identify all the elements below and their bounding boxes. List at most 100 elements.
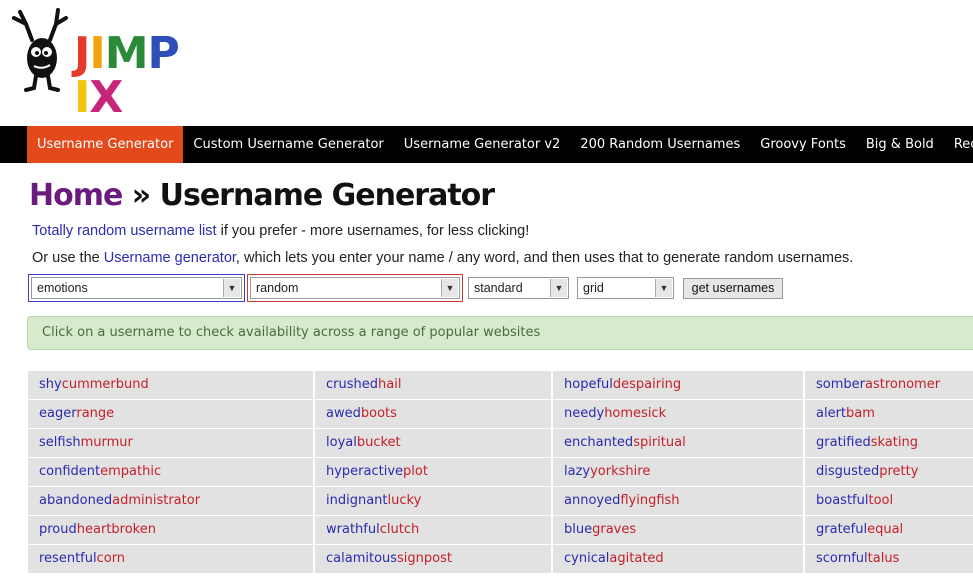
username-cell[interactable]: disgustedpretty [805, 458, 973, 486]
username-cell[interactable]: calamitoussignpost [315, 545, 551, 573]
username-first-word: resentful [39, 551, 97, 566]
username-cell[interactable]: gratifiedskating [805, 429, 973, 457]
username-first-word: proud [39, 522, 77, 537]
username-cell[interactable]: selfishmurmur [28, 429, 313, 457]
username-cell[interactable]: cynicalagitated [553, 545, 803, 573]
username-first-word: loyal [326, 435, 357, 450]
nav-item-username-generator[interactable]: Username Generator [27, 126, 184, 163]
username-first-word: disgusted [816, 464, 880, 479]
username-first-word: boastful [816, 493, 869, 508]
intro-line-1-text: if you prefer - more usernames, for less… [216, 223, 530, 239]
username-first-word: confident [39, 464, 101, 479]
chevron-down-icon: ▼ [550, 279, 567, 297]
username-cell[interactable]: confidentempathic [28, 458, 313, 486]
logo-letter: I [74, 72, 90, 123]
logo-letter: I [89, 28, 105, 79]
username-second-word: signpost [397, 551, 452, 566]
username-cell[interactable]: shycummerbund [28, 371, 313, 399]
intro-line-1: Totally random username list if you pref… [32, 223, 529, 239]
username-cell[interactable]: abandonedadministrator [28, 487, 313, 515]
username-first-word: indignant [326, 493, 388, 508]
page-title-text: Username Generator [159, 178, 495, 213]
jimpix-logo[interactable]: JIMPIX [12, 8, 182, 120]
username-second-word: hail [378, 377, 402, 392]
nav-item-big-bold[interactable]: Big & Bold [856, 126, 944, 163]
username-second-word: talus [867, 551, 900, 566]
username-cell[interactable]: alertbam [805, 400, 973, 428]
username-first-word: alert [816, 406, 847, 421]
username-second-word: clutch [379, 522, 420, 537]
username-second-word: astronomer [865, 377, 941, 392]
nav-item-200-random-usernames[interactable]: 200 Random Usernames [570, 126, 750, 163]
username-second-word: murmur [80, 435, 133, 450]
username-second-word: lucky [387, 493, 422, 508]
username-first-word: somber [816, 377, 865, 392]
username-generator-link[interactable]: Username generator [104, 250, 236, 266]
category-select[interactable]: emotions ▼ [31, 277, 242, 299]
username-cell[interactable]: hyperactiveplot [315, 458, 551, 486]
username-cell[interactable]: annoyedflyingfish [553, 487, 803, 515]
username-cell[interactable]: crushedhail [315, 371, 551, 399]
username-first-word: wrathful [326, 522, 380, 537]
username-cell[interactable]: wrathfulclutch [315, 516, 551, 544]
username-second-word: homesick [604, 406, 667, 421]
nav-item-groovy-fonts[interactable]: Groovy Fonts [750, 126, 856, 163]
layout-select-value: grid [583, 281, 604, 295]
logo-letter: P [147, 28, 180, 79]
username-first-word: calamitous [326, 551, 398, 566]
nav-item-custom-username-generator[interactable]: Custom Username Generator [183, 126, 393, 163]
username-cell[interactable]: eagerrange [28, 400, 313, 428]
logo-letter: X [89, 72, 123, 123]
mode-select-value: random [256, 281, 299, 295]
page-title: Home » Username Generator [29, 178, 495, 213]
username-cell[interactable]: boastfultool [805, 487, 973, 515]
username-second-word: equal [867, 522, 904, 537]
username-first-word: selfish [39, 435, 81, 450]
intro-line-2: Or use the Username generator, which let… [32, 250, 853, 266]
username-first-word: grateful [816, 522, 868, 537]
username-cell[interactable]: bluegraves [553, 516, 803, 544]
username-first-word: crushed [326, 377, 378, 392]
username-second-word: tool [868, 493, 894, 508]
username-cell[interactable]: indignantlucky [315, 487, 551, 515]
mode-select[interactable]: random ▼ [250, 277, 460, 299]
username-cell[interactable]: awedboots [315, 400, 551, 428]
username-cell[interactable]: needyhomesick [553, 400, 803, 428]
username-second-word: range [76, 406, 115, 421]
username-cell[interactable]: proudheartbroken [28, 516, 313, 544]
username-first-word: annoyed [564, 493, 621, 508]
main-nav: Username Generator Custom Username Genera… [0, 126, 973, 163]
style-select[interactable]: standard ▼ [468, 277, 569, 299]
username-second-word: bucket [356, 435, 401, 450]
username-cell[interactable]: resentfulcorn [28, 545, 313, 573]
username-cell[interactable]: scornfultalus [805, 545, 973, 573]
info-banner: Click on a username to check availabilit… [27, 316, 973, 350]
username-first-word: shy [39, 377, 62, 392]
username-first-word: scornful [816, 551, 868, 566]
nav-item-username-generator-v2[interactable]: Username Generator v2 [394, 126, 571, 163]
username-first-word: eager [39, 406, 77, 421]
home-link[interactable]: Home [29, 178, 123, 213]
username-cell[interactable]: hopefuldespairing [553, 371, 803, 399]
username-second-word: despairing [612, 377, 682, 392]
username-cell[interactable]: lazyyorkshire [553, 458, 803, 486]
username-first-word: hyperactive [326, 464, 404, 479]
username-second-word: spiritual [633, 435, 686, 450]
username-second-word: bam [846, 406, 875, 421]
style-select-value: standard [474, 281, 523, 295]
layout-select[interactable]: grid ▼ [577, 277, 674, 299]
username-cell[interactable]: loyalbucket [315, 429, 551, 457]
username-second-word: corn [96, 551, 126, 566]
username-cell[interactable]: somberastronomer [805, 371, 973, 399]
username-second-word: boots [360, 406, 397, 421]
chevron-down-icon: ▼ [441, 279, 458, 297]
logo-wordmark: JIMPIX [74, 32, 182, 120]
get-usernames-button[interactable]: get usernames [683, 278, 783, 299]
nav-item-recent[interactable]: Recent [944, 126, 973, 163]
random-username-list-link[interactable]: Totally random username list [32, 223, 217, 239]
username-second-word: cummerbund [61, 377, 149, 392]
username-second-word: administrator [112, 493, 201, 508]
username-cell[interactable]: gratefulequal [805, 516, 973, 544]
username-first-word: gratified [816, 435, 871, 450]
username-cell[interactable]: enchantedspiritual [553, 429, 803, 457]
